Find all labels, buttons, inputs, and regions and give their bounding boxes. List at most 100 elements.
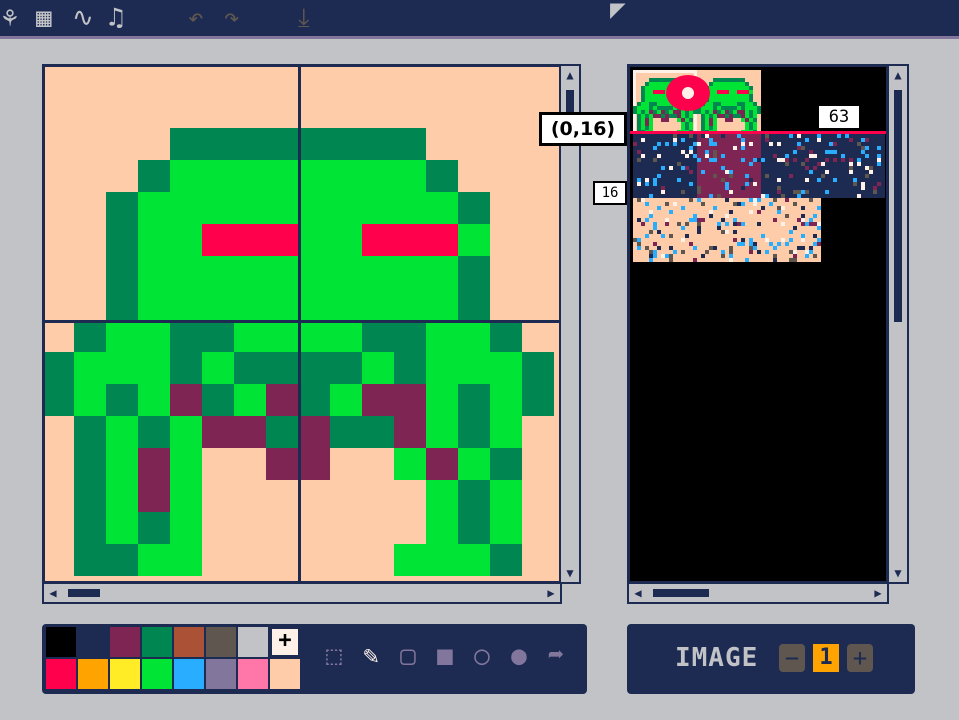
image-plus-button[interactable]: + [847, 644, 873, 672]
sprite-pixel [330, 256, 362, 288]
palette-swatch-14[interactable] [238, 659, 268, 689]
sprite-pixel [362, 256, 394, 288]
sprite-number-label: 63 [817, 104, 861, 130]
sprite-pixel [266, 288, 298, 320]
sprite-pixel [45, 352, 74, 384]
sprite-pixel [170, 512, 202, 544]
sprite-pixel [362, 192, 394, 224]
sprite-editor-icon[interactable]: ⚘ [2, 2, 18, 34]
palette-swatch-3[interactable] [142, 627, 172, 657]
music-editor-icon[interactable]: ♫ [108, 2, 124, 34]
sprite-tile[interactable] [633, 198, 697, 262]
sprite-tile[interactable] [761, 134, 825, 198]
palette-swatch-12[interactable] [174, 659, 204, 689]
sprite-pixel [138, 320, 170, 352]
scroll-down-arrow-icon[interactable]: ▼ [562, 565, 578, 581]
circle-outline-tool-icon[interactable]: ○ [466, 640, 498, 672]
palette-swatch-10[interactable] [110, 659, 140, 689]
sprite-pixel [362, 128, 394, 160]
sprite-tile[interactable] [697, 134, 761, 198]
sprite-pixel [298, 256, 330, 288]
palette-swatch-2[interactable] [110, 627, 140, 657]
palette-swatch-6[interactable] [238, 627, 268, 657]
sprite-pixel [490, 448, 522, 480]
palette-swatch-11[interactable] [142, 659, 172, 689]
sprite-pixel [426, 512, 458, 544]
sfx-editor-icon[interactable]: ∿ [72, 2, 94, 34]
sprite-pixel [170, 544, 202, 576]
sprite-sheet[interactable] [627, 64, 889, 584]
rect-fill-tool-icon[interactable]: ■ [429, 640, 461, 672]
scroll-right-arrow-icon[interactable]: ▶ [543, 585, 559, 601]
sprite-pixel [490, 512, 522, 544]
redo-icon[interactable]: ↷ [224, 2, 240, 34]
scroll-right-arrow-icon[interactable]: ▶ [870, 585, 886, 601]
save-icon[interactable]: ⤓ [298, 2, 310, 34]
scroll-up-arrow-icon[interactable]: ▲ [890, 67, 906, 83]
sprite-pixel [458, 192, 490, 224]
editor-grid-line [298, 67, 301, 581]
sprite-tile[interactable] [697, 198, 761, 262]
sprite-tile[interactable] [825, 134, 885, 198]
sprite-pixel [106, 224, 138, 256]
sprite-pixel [106, 512, 138, 544]
sprite-pixel [490, 544, 522, 576]
sheet-horizontal-scrollbar[interactable]: ◀ ▶ [627, 582, 889, 604]
palette-swatch-8[interactable] [46, 659, 76, 689]
undo-icon[interactable]: ↶ [188, 2, 204, 34]
sprite-pixel [458, 384, 490, 416]
scroll-left-arrow-icon[interactable]: ◀ [45, 585, 61, 601]
scroll-thumb[interactable] [68, 589, 100, 597]
rect-outline-tool-icon[interactable]: ▢ [392, 640, 424, 672]
editor-horizontal-scrollbar[interactable]: ◀ ▶ [42, 582, 562, 604]
sprite-pixel [170, 480, 202, 512]
sprite-pixel [138, 480, 170, 512]
palette-swatch-13[interactable] [206, 659, 236, 689]
scroll-left-arrow-icon[interactable]: ◀ [630, 585, 646, 601]
sprite-tile[interactable] [633, 134, 697, 198]
map-editor-icon[interactable]: ▦ [36, 2, 52, 34]
sprite-tile[interactable] [761, 198, 821, 262]
select-tool-icon[interactable]: ⬚ [318, 640, 350, 672]
scroll-up-arrow-icon[interactable]: ▲ [562, 67, 578, 83]
image-minus-button[interactable]: − [779, 644, 805, 672]
sprite-pixel [330, 320, 362, 352]
sprite-pixel [362, 160, 394, 192]
sprite-pixel [74, 480, 106, 512]
sprite-pixel [170, 416, 202, 448]
coordinate-label: (0,16) [539, 112, 627, 146]
sprite-pixel [394, 192, 426, 224]
palette-swatch-7[interactable]: + [270, 627, 300, 657]
sprite-pixel [74, 416, 106, 448]
sprite-pixel [138, 384, 170, 416]
scroll-thumb[interactable] [894, 90, 902, 322]
sprite-pixel [394, 288, 426, 320]
sprite-pixel [330, 224, 362, 256]
palette-swatch-1[interactable] [78, 627, 108, 657]
palette-swatch-0[interactable] [46, 627, 76, 657]
scroll-thumb[interactable] [653, 589, 709, 597]
sprite-pixel [266, 224, 298, 256]
palette-swatch-15[interactable] [270, 659, 300, 689]
sprite-pixel [170, 384, 202, 416]
circle-fill-tool-icon[interactable]: ● [503, 640, 535, 672]
sprite-edit-canvas[interactable] [42, 64, 562, 584]
stamp-tool-icon[interactable]: ➦ [540, 640, 572, 672]
palette-swatch-5[interactable] [206, 627, 236, 657]
sprite-pixel [490, 352, 522, 384]
sprite-pixel [394, 352, 426, 384]
sprite-pixel [490, 416, 522, 448]
sheet-vertical-scrollbar[interactable]: ▲ ▼ [887, 64, 909, 584]
sprite-pixel [426, 480, 458, 512]
palette-swatch-9[interactable] [78, 659, 108, 689]
pencil-tool-icon[interactable]: ✎ [355, 640, 387, 672]
sprite-pixel [426, 416, 458, 448]
palette-swatch-4[interactable] [174, 627, 204, 657]
sprite-pixel [202, 256, 234, 288]
sprite-pixel [266, 416, 298, 448]
scroll-down-arrow-icon[interactable]: ▼ [890, 565, 906, 581]
sprite-pixel [106, 192, 138, 224]
sprite-pixel [362, 384, 394, 416]
sprite-pixel [234, 160, 266, 192]
sprite-pixel [298, 448, 330, 480]
